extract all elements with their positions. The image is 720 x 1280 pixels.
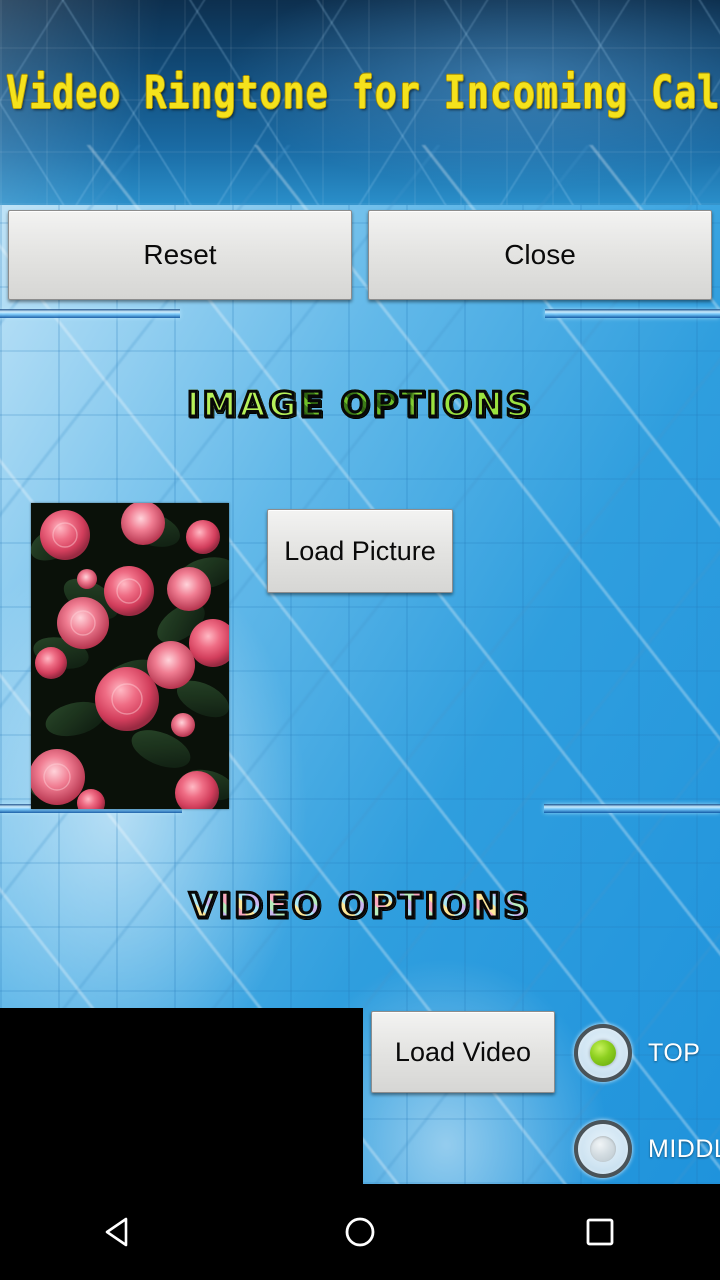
decor-streak-right-bottom: [544, 804, 720, 813]
load-video-button[interactable]: Load Video: [371, 1011, 555, 1093]
picture-thumbnail[interactable]: [31, 503, 229, 809]
decor-streak-right-top: [545, 309, 720, 318]
nav-back-button[interactable]: [0, 1184, 240, 1280]
radio-top-dot: [590, 1040, 616, 1066]
radio-option-top[interactable]: TOP: [574, 1024, 700, 1082]
radio-top-label: TOP: [648, 1038, 701, 1067]
radio-middle-dot: [590, 1136, 616, 1162]
video-options-heading: VIDEO OPTIONS: [0, 885, 720, 928]
decor-streak-left-top: [0, 309, 180, 318]
recents-icon: [586, 1218, 614, 1246]
app-window: Video Ringtone for Incoming Call Reset C…: [0, 0, 720, 1184]
device-screen: Video Ringtone for Incoming Call Reset C…: [0, 0, 720, 1280]
home-icon: [345, 1217, 375, 1247]
android-navigation-bar: [0, 1184, 720, 1280]
radio-option-middle[interactable]: MIDDLE: [574, 1120, 720, 1178]
radio-top-icon[interactable]: [574, 1024, 632, 1082]
load-picture-button[interactable]: Load Picture: [267, 509, 453, 593]
reset-button[interactable]: Reset: [8, 210, 352, 300]
back-icon: [105, 1217, 128, 1247]
radio-middle-icon[interactable]: [574, 1120, 632, 1178]
close-button[interactable]: Close: [368, 210, 712, 300]
nav-home-button[interactable]: [240, 1184, 480, 1280]
video-preview-surface[interactable]: [0, 1008, 363, 1184]
radio-middle-label: MIDDLE: [648, 1134, 720, 1163]
app-title: Video Ringtone for Incoming Call: [6, 66, 720, 119]
nav-recents-button[interactable]: [480, 1184, 720, 1280]
image-options-heading: IMAGE OPTIONS: [0, 384, 720, 427]
